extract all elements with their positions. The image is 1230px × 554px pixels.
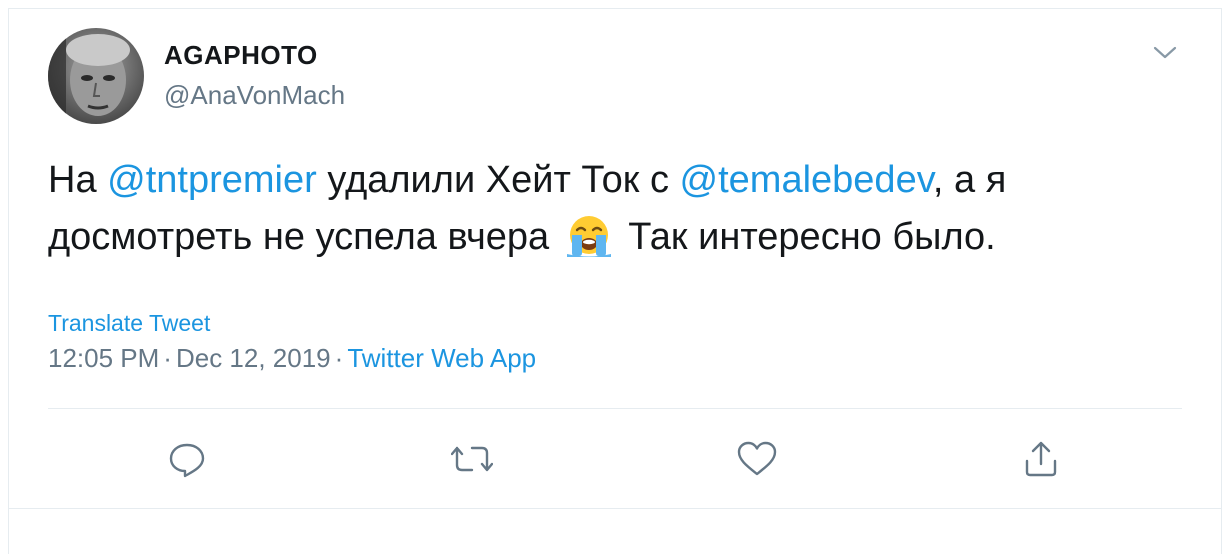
tweet-text-part: удалили Хейт Ток с (316, 159, 680, 201)
tweet-date[interactable]: Dec 12, 2019 (176, 343, 331, 373)
like-button[interactable] (732, 434, 782, 484)
retweet-icon (451, 446, 493, 472)
chevron-down-icon[interactable] (1152, 42, 1178, 62)
reply-button[interactable] (162, 434, 212, 484)
retweet-button[interactable] (447, 434, 497, 484)
card-bottom-divider (8, 508, 1222, 509)
translate-tweet-link[interactable]: Translate Tweet (48, 310, 210, 337)
meta-separator: · (163, 343, 172, 373)
reply-icon (169, 443, 205, 478)
tweet-time[interactable]: 12:05 PM (48, 343, 159, 373)
share-icon (1025, 441, 1057, 477)
share-button[interactable] (1016, 434, 1066, 484)
mention-link[interactable]: @temalebedev (680, 159, 933, 201)
avatar[interactable] (48, 28, 144, 124)
tweet-text: На @tntpremier удалили Хейт Ток с @temal… (48, 152, 1188, 266)
source-app-link[interactable]: Twitter Web App (347, 343, 536, 373)
tweet-text-part: Так интересно было. (628, 216, 996, 258)
tweet-meta: 12:05 PM · Dec 12, 2019 · Twitter Web App (48, 343, 536, 374)
user-handle[interactable]: @AnaVonMach (164, 80, 345, 111)
tweet-text-part: На (48, 159, 108, 201)
mention-link[interactable]: @tntpremier (107, 159, 317, 201)
loudly-crying-face-icon (563, 213, 615, 257)
meta-separator: · (334, 343, 344, 373)
heart-icon (737, 441, 777, 476)
actions-divider (48, 408, 1182, 409)
display-name[interactable]: AGAPHOTO (164, 40, 318, 71)
